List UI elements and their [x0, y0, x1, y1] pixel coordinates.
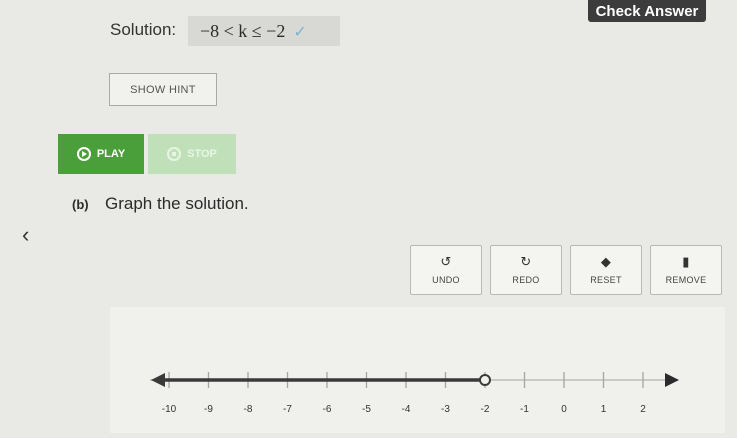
check-answer-button[interactable]: Check Answer	[588, 0, 706, 22]
part-b-instruction: Graph the solution.	[105, 194, 249, 213]
tick-label: -4	[402, 404, 411, 415]
trash-icon: ▮	[682, 254, 690, 270]
open-endpoint	[479, 374, 491, 386]
redo-label: REDO	[512, 274, 540, 285]
tick-label: 0	[561, 404, 567, 415]
redo-button[interactable]: ↻ REDO	[490, 245, 562, 295]
tick-label: -8	[244, 404, 253, 415]
play-button[interactable]: PLAY	[58, 134, 144, 174]
undo-button[interactable]: ↺ UNDO	[410, 245, 482, 295]
play-label: PLAY	[96, 148, 126, 160]
tick-label: -2	[481, 404, 490, 415]
eraser-icon: ◆	[600, 254, 612, 270]
solution-value-box: −8 < k ≤ −2 ✓	[188, 16, 340, 46]
back-arrow-icon[interactable]: ‹	[22, 222, 29, 248]
show-hint-button[interactable]: SHOW HINT	[109, 73, 217, 106]
solution-label: Solution:	[110, 20, 177, 39]
remove-label: REMOVE	[665, 274, 707, 285]
stop-button[interactable]: STOP	[148, 134, 236, 174]
axis-right-arrow	[665, 373, 679, 387]
stop-label: STOP	[187, 148, 217, 160]
solution-left-arrow	[151, 373, 165, 387]
reset-label: RESET	[590, 274, 622, 285]
redo-icon: ↻	[520, 254, 532, 270]
tick-label: -10	[162, 404, 177, 415]
graph-panel[interactable]: -10 -9 -8 -7 -6 -5 -4 -3 -2 -1 0 1 2	[110, 307, 725, 433]
undo-icon: ↺	[440, 254, 452, 270]
remove-button[interactable]: ▮ REMOVE	[650, 245, 722, 295]
tick-label: 1	[601, 404, 607, 415]
tick-label: -3	[441, 404, 450, 415]
tick-label: -7	[283, 404, 292, 415]
tick-label: -5	[362, 404, 371, 415]
reset-button[interactable]: ◆ RESET	[570, 245, 642, 295]
stop-icon	[167, 147, 182, 161]
number-line[interactable]: -10 -9 -8 -7 -6 -5 -4 -3 -2 -1 0 1 2	[110, 307, 725, 433]
checkmark-icon: ✓	[293, 21, 307, 41]
undo-label: UNDO	[432, 274, 460, 285]
part-b-label: (b)	[72, 197, 89, 212]
tick-label: -1	[520, 404, 529, 415]
tick-label: -6	[323, 404, 332, 415]
tick-label: -9	[204, 404, 213, 415]
solution-value: −8 < k ≤ −2	[200, 20, 286, 41]
tick-label: 2	[640, 404, 646, 415]
play-icon	[76, 147, 91, 161]
